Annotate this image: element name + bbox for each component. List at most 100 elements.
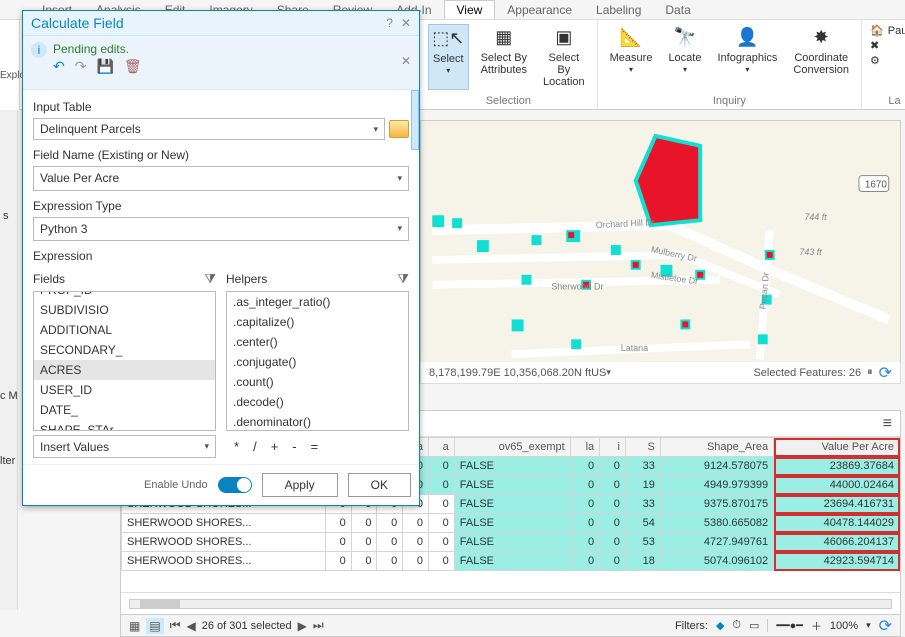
helper-item[interactable]: .denominator(): [227, 412, 408, 431]
dialog-body: Input Table Delinquent Parcels▾ Field Na…: [23, 90, 419, 464]
field-item[interactable]: SUBDIVISIO: [34, 300, 215, 320]
field-item[interactable]: PROP_ID: [34, 291, 215, 300]
fields-filter-icon[interactable]: ⧩: [204, 271, 216, 287]
left-dock: [0, 110, 18, 610]
col-header[interactable]: Shape_Area: [660, 438, 773, 457]
options-icon: ⚙: [870, 54, 880, 67]
apply-button[interactable]: Apply: [262, 473, 338, 497]
field-item[interactable]: SECONDARY_: [34, 340, 215, 360]
inquiry-group-label: Inquiry: [713, 93, 746, 107]
last-record-icon[interactable]: ⏭: [313, 618, 324, 633]
table-row[interactable]: SHERWOOD SHORES...00000FALSE00545380.665…: [122, 514, 900, 533]
banner-close-icon[interactable]: ✕: [401, 54, 411, 68]
view-selected-icon[interactable]: ▤: [146, 618, 163, 634]
labeling-group-label: La: [888, 93, 900, 107]
dialog-title: Calculate Field: [31, 15, 124, 31]
filters-label: Filters:: [675, 620, 708, 632]
fields-label: Fields: [33, 272, 65, 286]
col-header[interactable]: S: [625, 438, 660, 457]
helpers-list[interactable]: .as_integer_ratio().capitalize().center(…: [226, 291, 409, 431]
undo-icon[interactable]: ↶: [53, 58, 65, 75]
infographics-icon: 👤: [735, 26, 759, 50]
left-label-lter: lter: [0, 455, 15, 467]
dialog-titlebar[interactable]: Calculate Field ? ✕: [23, 11, 419, 36]
close-icon[interactable]: ✕: [401, 16, 411, 30]
pause-button[interactable]: 🏠Pause: [870, 24, 905, 37]
col-header[interactable]: a: [428, 438, 454, 457]
helpers-label: Helpers: [226, 272, 267, 286]
tab-labeling[interactable]: Labeling: [584, 1, 653, 19]
coordinate-conversion-button[interactable]: ✸Coordinate Conversion: [789, 24, 853, 78]
helper-item[interactable]: .decode(): [227, 392, 408, 412]
table-row[interactable]: SHERWOOD SHORES...00000FALSE00534727.949…: [122, 533, 900, 552]
table-menu-icon[interactable]: ≡: [883, 415, 892, 433]
insert-values-combo[interactable]: Insert Values▾: [33, 435, 216, 458]
ok-button[interactable]: OK: [348, 473, 411, 497]
view-all-icon[interactable]: ▦: [129, 619, 140, 633]
next-record-icon[interactable]: ▶: [298, 619, 307, 633]
field-item[interactable]: USER_ID: [34, 380, 215, 400]
input-table-combo[interactable]: Delinquent Parcels▾: [33, 118, 385, 140]
col-header[interactable]: la: [570, 438, 599, 457]
select-loc-label: Select By Location: [543, 52, 585, 88]
col-header[interactable]: Value Per Acre: [774, 438, 900, 457]
field-item[interactable]: ADDITIONAL: [34, 320, 215, 340]
select-button[interactable]: ⬚↖ Select ▾: [428, 24, 469, 90]
helper-item[interactable]: .conjugate(): [227, 352, 408, 372]
redo-icon[interactable]: ↷: [75, 58, 87, 75]
measure-button[interactable]: 📐Measure▾: [606, 24, 657, 78]
op-mul[interactable]: *: [234, 439, 239, 454]
select-attr-label: Select By Attributes: [481, 52, 527, 76]
helpers-filter-icon[interactable]: ⧩: [397, 271, 409, 287]
svg-text:1670: 1670: [865, 179, 888, 190]
filter2-icon[interactable]: ⏱: [732, 619, 741, 632]
helper-item[interactable]: .count(): [227, 372, 408, 392]
expression-type-combo[interactable]: Python 3▾: [33, 217, 409, 242]
table-scroll[interactable]: [121, 592, 900, 614]
tab-data[interactable]: Data: [653, 1, 702, 19]
col-header[interactable]: ov65_exempt: [454, 438, 570, 457]
table-row[interactable]: SHERWOOD SHORES...00000FALSE00185074.096…: [122, 552, 900, 571]
map-view[interactable]: Orchard Hill Dr Mulberry Dr Mistletoe Dr…: [420, 120, 901, 380]
browse-icon[interactable]: [389, 120, 409, 138]
field-item[interactable]: DATE_: [34, 400, 215, 420]
field-item[interactable]: SHAPE_STAr: [34, 420, 215, 431]
helper-item[interactable]: .capitalize(): [227, 312, 408, 332]
prev-record-icon[interactable]: ◀: [187, 619, 196, 633]
helper-item[interactable]: .center(): [227, 332, 408, 352]
tab-appearance[interactable]: Appearance: [495, 1, 584, 19]
helper-item[interactable]: .as_integer_ratio(): [227, 292, 408, 312]
more-options[interactable]: ⚙: [870, 54, 880, 67]
col-header[interactable]: i: [600, 438, 626, 457]
left-label-s: s: [3, 210, 9, 222]
field-item[interactable]: ACRES: [34, 360, 215, 380]
op-sub[interactable]: -: [292, 439, 296, 454]
op-eq[interactable]: =: [311, 439, 319, 454]
select-label: Select: [433, 53, 464, 65]
refresh-icon[interactable]: ⟳: [879, 363, 892, 383]
filter3-icon[interactable]: ▭: [749, 619, 759, 632]
infographics-button[interactable]: 👤Infographics▾: [713, 24, 781, 78]
save-edits-icon[interactable]: 💾: [96, 58, 113, 75]
map-status-bar: 8,178,199.79E 10,356,068.20N ftUS ▾ Sele…: [420, 362, 901, 384]
pause-drawing-icon[interactable]: ⏸: [867, 366, 873, 379]
discard-edits-icon[interactable]: 🗑: [124, 58, 142, 75]
locate-button[interactable]: 🔭Locate▾: [664, 24, 705, 78]
clear-icon: ✖: [870, 39, 879, 52]
help-icon[interactable]: ?: [386, 16, 393, 30]
select-by-attributes-button[interactable]: ▦ Select By Attributes: [477, 24, 531, 90]
fields-list[interactable]: PROP_IDSUBDIVISIOADDITIONALSECONDARY_ACR…: [33, 291, 216, 431]
view-unplaced[interactable]: ✖: [870, 39, 879, 52]
op-add[interactable]: +: [271, 439, 279, 454]
filter1-icon[interactable]: ◆: [716, 619, 724, 632]
group-labeling: 🏠Pause ✖ ⚙ La: [862, 20, 905, 109]
dialog-scrollbar[interactable]: [411, 90, 419, 150]
field-name-combo[interactable]: Value Per Acre▾: [33, 166, 409, 191]
field-name-label: Field Name (Existing or New): [33, 148, 409, 162]
table-refresh-icon[interactable]: ⟳: [879, 616, 892, 636]
select-by-location-button[interactable]: ▣ Select By Location: [539, 24, 589, 90]
tab-view[interactable]: View: [444, 0, 496, 19]
op-div[interactable]: /: [253, 439, 257, 454]
first-record-icon[interactable]: ⏮: [170, 618, 181, 633]
enable-undo-toggle[interactable]: [218, 477, 252, 493]
